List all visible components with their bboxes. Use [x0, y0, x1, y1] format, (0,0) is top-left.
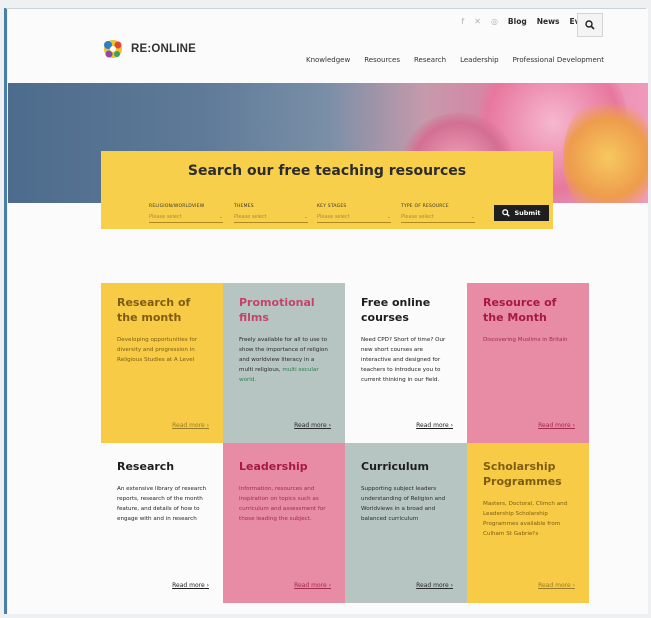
main-nav: Knowledgew Resources Research Leadership…	[306, 56, 604, 64]
filter-themes[interactable]: THEMES Please select ⌄	[234, 204, 308, 223]
card-curriculum[interactable]: Curriculum Supporting subject leaders un…	[345, 443, 467, 603]
card-body: Supporting subject leaders understanding…	[361, 486, 446, 522]
filter-select[interactable]: Please select ⌄	[401, 211, 475, 223]
card-title: Resource of the Month	[483, 296, 557, 324]
nav-item-leadership[interactable]: Leadership	[460, 56, 498, 64]
read-more-link[interactable]: Read more ›	[294, 582, 331, 589]
card-body: Discovering Muslims in Britain	[483, 337, 568, 343]
card-title: Promotional films	[239, 296, 315, 324]
nav-item-professional-development[interactable]: Professional Development	[513, 56, 604, 64]
card-title: Research of the month	[117, 296, 191, 324]
chevron-down-icon: ⌄	[470, 213, 475, 220]
filter-label: RELIGION/WORLDVIEW	[149, 204, 205, 209]
nav-item-knowledge[interactable]: Knowledgew	[306, 56, 350, 64]
submit-button[interactable]: Submit	[494, 205, 549, 221]
utility-link-blog[interactable]: Blog	[508, 17, 527, 26]
logo-mark-icon	[101, 37, 125, 61]
card-title: Scholarship Programmes	[483, 460, 562, 488]
monitor-edge	[4, 8, 7, 614]
search-icon	[585, 20, 595, 30]
filter-placeholder: Please select	[317, 213, 350, 220]
logo-text: RE:ONLINE	[131, 43, 197, 55]
card-research-of-the-month[interactable]: Research of the month Developing opportu…	[101, 283, 223, 443]
filter-label: KEY STAGES	[317, 204, 347, 209]
resource-search-panel: Search our free teaching resources RELIG…	[101, 151, 553, 229]
card-resource-of-the-month[interactable]: Resource of the Month Discovering Muslim…	[467, 283, 589, 443]
card-body: An extensive library of research reports…	[117, 486, 207, 522]
site-header: f ✕ ◎ Blog News Events RE:ONLINE Knowled…	[8, 9, 648, 83]
filter-type-of-resource[interactable]: TYPE OF RESOURCE Please select ⌄	[401, 204, 475, 223]
site-logo[interactable]: RE:ONLINE	[101, 37, 196, 61]
card-title: Free online courses	[361, 296, 431, 324]
read-more-link[interactable]: Read more ›	[538, 582, 575, 589]
twitter-icon[interactable]: ✕	[474, 17, 481, 26]
filter-placeholder: Please select	[234, 213, 267, 220]
card-body: Need CPD? Short of time? Our new short c…	[361, 337, 446, 383]
filter-key-stages[interactable]: KEY STAGES Please select ⌄	[317, 204, 391, 223]
read-more-link[interactable]: Read more ›	[294, 422, 331, 429]
nav-item-research[interactable]: Research	[414, 56, 446, 64]
read-more-link[interactable]: Read more ›	[416, 582, 453, 589]
instagram-icon[interactable]: ◎	[491, 17, 498, 26]
card-body: Developing opportunities for diversity a…	[117, 337, 198, 363]
chevron-down-icon: ⌄	[386, 213, 391, 220]
chevron-down-icon: ⌄	[218, 213, 223, 220]
filter-placeholder: Please select	[149, 213, 182, 220]
filter-label: TYPE OF RESOURCE	[401, 204, 449, 209]
filter-select[interactable]: Please select ⌄	[234, 211, 308, 223]
filter-select[interactable]: Please select ⌄	[317, 211, 391, 223]
card-free-online-courses[interactable]: Free online courses Need CPD? Short of t…	[345, 283, 467, 443]
search-icon	[502, 209, 511, 217]
filter-religion-worldview[interactable]: RELIGION/WORLDVIEW Please select ⌄	[149, 204, 223, 223]
nav-item-resources[interactable]: Resources	[364, 56, 400, 64]
filter-label: THEMES	[234, 204, 254, 209]
social-links: f ✕ ◎	[461, 17, 498, 26]
card-research[interactable]: Research An extensive library of researc…	[101, 443, 223, 603]
card-body: Masters, Doctoral, Climch and Leadership…	[483, 501, 568, 537]
card-title: Leadership	[239, 460, 308, 473]
chevron-down-icon: ⌄	[303, 213, 308, 220]
card-scholarship-programmes[interactable]: Scholarship Programmes Masters, Doctoral…	[467, 443, 589, 603]
read-more-link[interactable]: Read more ›	[172, 422, 209, 429]
read-more-link[interactable]: Read more ›	[416, 422, 453, 429]
filter-placeholder: Please select	[401, 213, 434, 220]
card-body: Information, resources and inspiration o…	[239, 486, 326, 522]
header-search-button[interactable]	[577, 13, 603, 37]
facebook-icon[interactable]: f	[461, 17, 464, 26]
search-title: Search our free teaching resources	[187, 163, 467, 179]
card-body: Freely available for all to use to show …	[239, 337, 328, 383]
card-promotional-films[interactable]: Promotional films Freely available for a…	[223, 283, 345, 443]
read-more-link[interactable]: Read more ›	[172, 582, 209, 589]
utility-link-news[interactable]: News	[537, 17, 560, 26]
read-more-link[interactable]: Read more ›	[538, 422, 575, 429]
card-leadership[interactable]: Leadership Information, resources and in…	[223, 443, 345, 603]
card-title: Curriculum	[361, 460, 429, 473]
filter-select[interactable]: Please select ⌄	[149, 211, 223, 223]
card-title: Research	[117, 460, 175, 473]
submit-label: Submit	[514, 209, 541, 217]
